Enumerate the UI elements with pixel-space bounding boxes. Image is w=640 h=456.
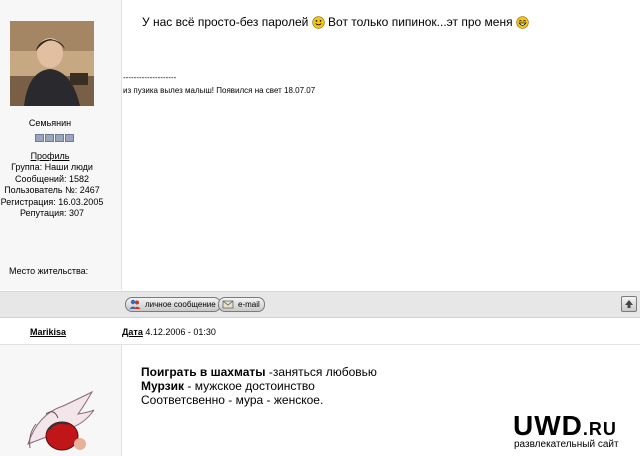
up-arrow-icon xyxy=(625,300,633,308)
author-registered: Регистрация: 16.03.2005 xyxy=(0,197,104,207)
rank-pip-icon xyxy=(65,134,74,142)
private-message-button[interactable]: личное сообщение xyxy=(125,297,221,312)
post2-date-value: 4.12.2006 - 01:30 xyxy=(145,327,216,337)
author-rank: Семьянин xyxy=(28,118,72,128)
post1-text-1: У нас всё просто-без паролей xyxy=(142,15,309,29)
signature-divider: -------------------- xyxy=(123,73,177,82)
smile-icon xyxy=(311,16,325,29)
watermark-main: UWD xyxy=(513,410,583,441)
site-watermark: UWD.RU xyxy=(513,410,617,442)
post2-line-2: Мурзик - мужское достоинство xyxy=(141,379,377,393)
signature-text: из пузика вылез малыш! Появился на свет … xyxy=(123,86,316,95)
author-reputation: Репутация: 307 xyxy=(19,208,85,218)
author-location: Место жительства: xyxy=(9,266,89,276)
watermark-subtitle: развлекательный сайт xyxy=(514,439,619,450)
author-user-number: Пользователь №: 2467 xyxy=(4,185,100,195)
author-avatar[interactable] xyxy=(10,21,94,106)
rank-pip-icon xyxy=(45,134,54,142)
post2-avatar[interactable] xyxy=(18,384,98,456)
email-label: e-mail xyxy=(238,300,260,309)
author-group: Группа: Наши люди xyxy=(11,162,93,172)
email-button[interactable]: e-mail xyxy=(218,297,265,312)
post2-author-name[interactable]: Marikisa xyxy=(30,327,66,337)
post1-message: У нас всё просто-без паролей Вот только … xyxy=(142,15,529,29)
avatar-photo xyxy=(10,21,94,106)
post2-line-1: Поиграть в шахматы -заняться любовью xyxy=(141,365,377,379)
definition-3: Соответсвенно - мура - женское. xyxy=(141,393,324,407)
users-icon xyxy=(129,299,141,309)
post2-header xyxy=(0,318,640,345)
rank-pip-icon xyxy=(35,134,44,142)
post2-date-label[interactable]: Дата xyxy=(122,327,143,337)
term-1: Поиграть в шахматы xyxy=(141,365,266,379)
rank-pips xyxy=(35,129,75,147)
post2-line-3: Соответсвенно - мура - женское. xyxy=(141,393,377,407)
definition-2: - мужское достоинство xyxy=(184,379,315,393)
rank-pip-icon xyxy=(55,134,64,142)
definition-1: -заняться любовью xyxy=(265,365,377,379)
watermark-suffix: .RU xyxy=(582,419,617,439)
post2-message: Поиграть в шахматы -заняться любовью Мур… xyxy=(141,365,377,407)
author-posts: Сообщений: 1582 xyxy=(14,174,90,184)
envelope-icon xyxy=(222,300,234,309)
term-2: Мурзик xyxy=(141,379,185,393)
scroll-top-button[interactable] xyxy=(621,296,637,312)
laugh-icon xyxy=(516,16,529,29)
post2-date: Дата 4.12.2006 - 01:30 xyxy=(122,327,216,337)
profile-link[interactable]: Профиль xyxy=(0,151,100,162)
post1-text-2: Вот только пипинок...эт про меня xyxy=(328,15,513,29)
private-message-label: личное сообщение xyxy=(145,300,216,309)
post-action-bar: личное сообщение e-mail xyxy=(0,291,640,318)
